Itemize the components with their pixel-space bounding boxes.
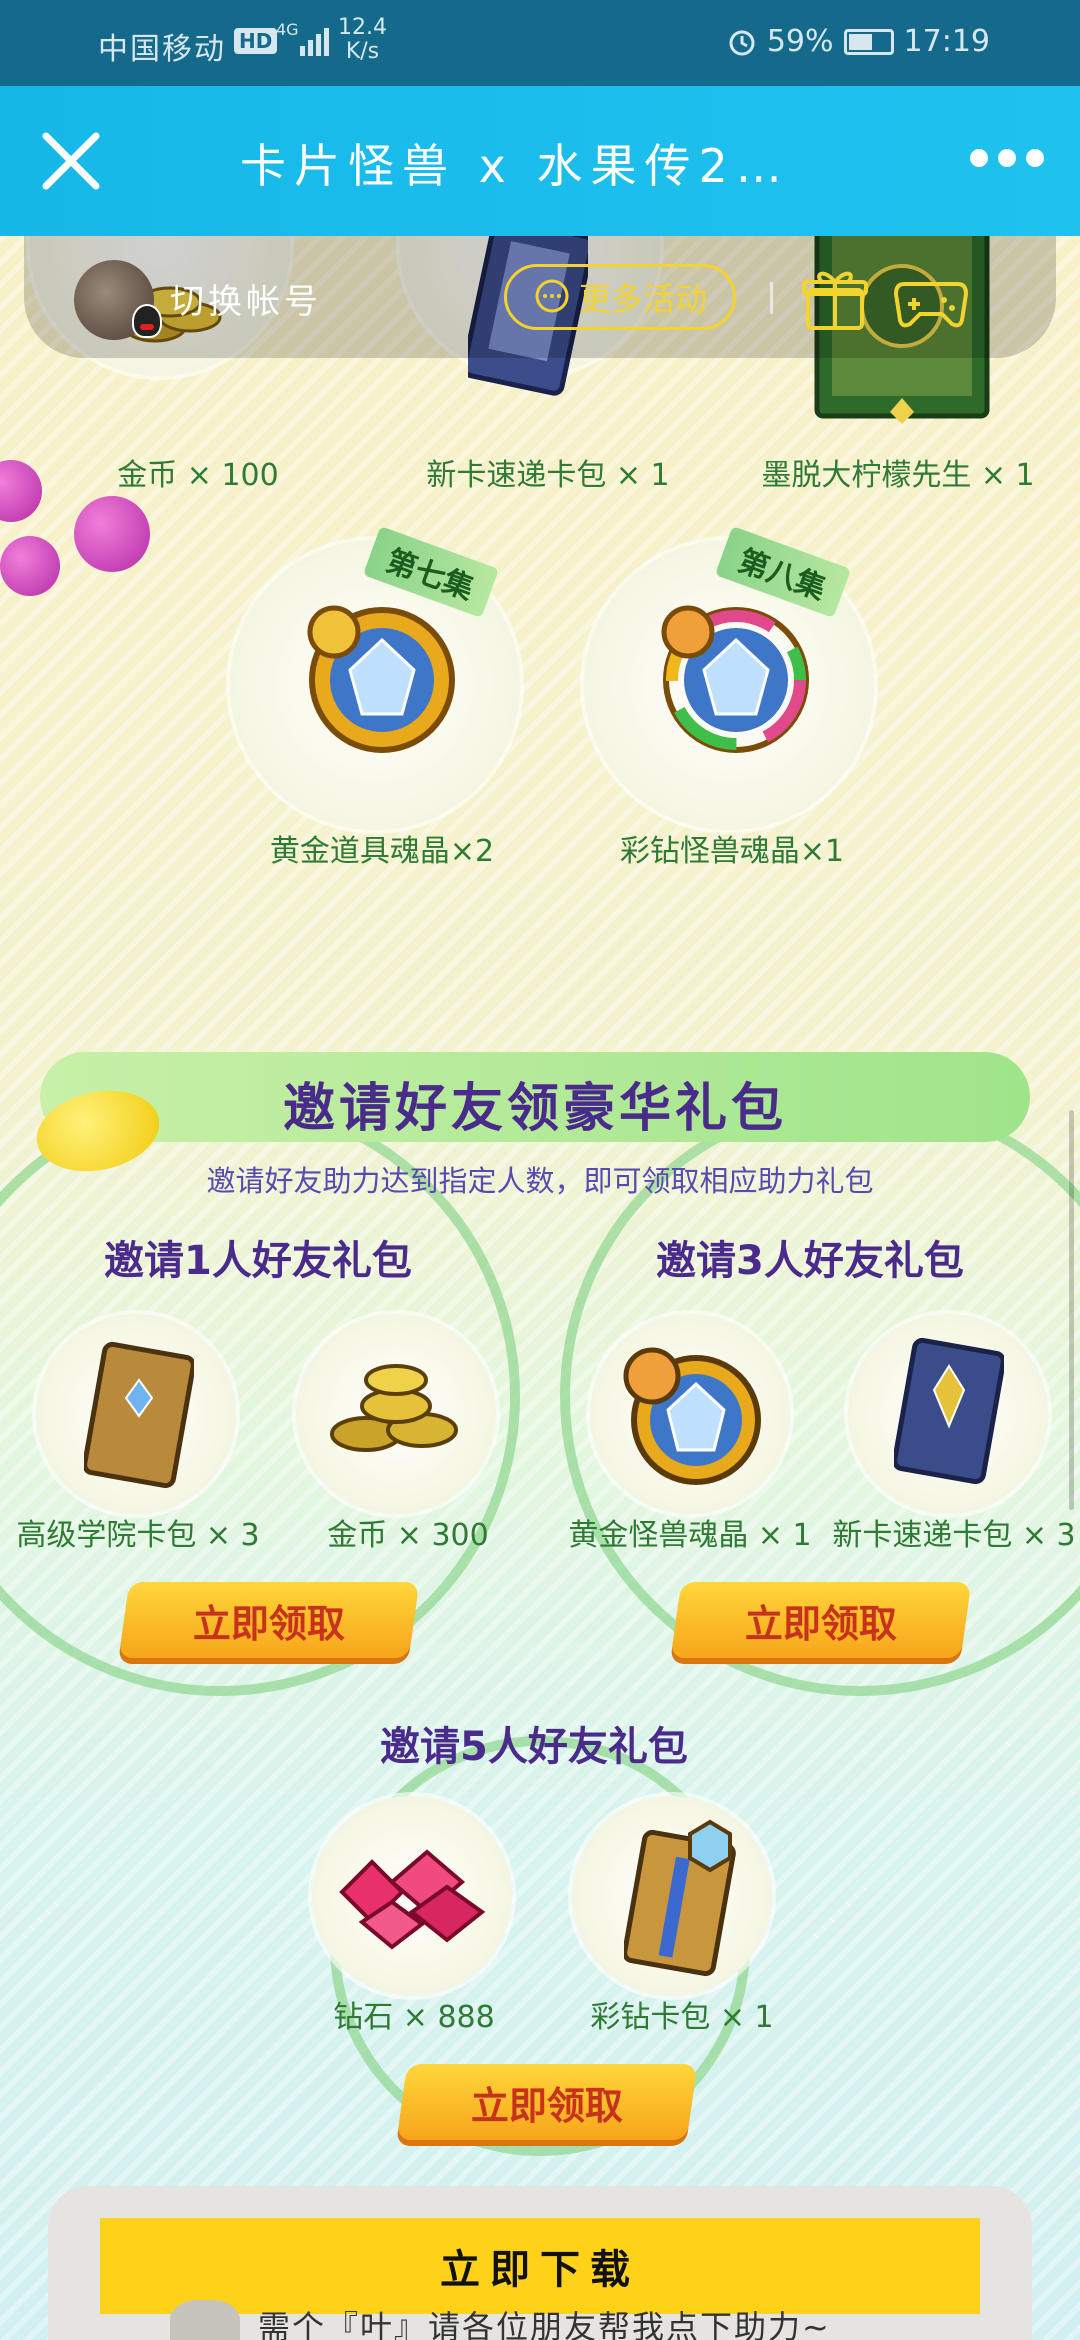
berry-decoration	[74, 496, 150, 572]
battery-icon	[843, 28, 894, 55]
claim-button-pack-1[interactable]: 立即领取	[118, 1582, 420, 1658]
signal-bars-icon	[300, 28, 329, 56]
reward-label: 钻石 × 888	[333, 2000, 495, 2035]
more-activity-button[interactable]: 更多活动	[504, 264, 736, 330]
carrier-name: 中国移动	[98, 32, 226, 67]
berry-decoration	[0, 536, 60, 596]
divider	[770, 282, 773, 314]
invite-title: 邀请好友领豪华礼包	[282, 1079, 787, 1139]
battery-percent: 59%	[766, 24, 834, 59]
reward-label: 黄金怪兽魂晶 × 1	[568, 1518, 812, 1553]
rainbow-card-pack-icon	[624, 1819, 736, 1977]
gamepad-icon[interactable]	[894, 270, 968, 330]
alarm-icon	[729, 30, 755, 55]
download-button[interactable]: 立即下载	[100, 2218, 980, 2314]
chat-bubble-icon	[535, 279, 569, 313]
rainbow-crystal-icon	[661, 605, 809, 753]
gold-monster-crystal-icon	[623, 1347, 761, 1485]
pack-title-3: 邀请3人好友礼包	[656, 1238, 964, 1284]
close-icon[interactable]	[36, 126, 106, 196]
network-speed: 12.4 K/s	[338, 15, 387, 64]
activity-page: 金币 × 100 新卡速递卡包 × 1 墨脱大柠檬先生 × 1 第七集 黄金道具…	[0, 236, 1080, 2340]
qq-icon	[132, 304, 162, 338]
status-right: 59% 17:19	[727, 24, 990, 59]
gold-coins-icon	[330, 1364, 458, 1452]
academy-card-pack-icon	[84, 1341, 194, 1489]
title-bar: 卡片怪兽 x 水果传2…	[0, 86, 1080, 236]
commenter-avatar	[170, 2300, 240, 2340]
account-bar: 切换帐号 更多活动	[24, 236, 1056, 358]
reward-label: 金币 × 300	[327, 1518, 489, 1553]
claim-button-pack-3[interactable]: 立即领取	[670, 1582, 972, 1658]
scrollbar[interactable]	[1069, 1110, 1074, 1510]
page-title: 卡片怪兽 x 水果传2…	[240, 139, 790, 193]
diamonds-icon	[339, 1849, 486, 1950]
pack-title-1: 邀请1人好友礼包	[104, 1238, 412, 1284]
pack-title-5: 邀请5人好友礼包	[380, 1724, 688, 1770]
share-message: 需个『叶』请各位朋友帮我点下助力~	[258, 2308, 831, 2340]
invite-banner: 邀请好友领豪华礼包	[40, 1052, 1030, 1142]
clock: 17:19	[903, 24, 990, 59]
switch-account-link[interactable]: 切换帐号	[170, 274, 322, 323]
invite-subtitle: 邀请好友助力达到指定人数，即可领取相应助力礼包	[206, 1164, 874, 1198]
reward-label: 彩钻卡包 × 1	[590, 2000, 774, 2035]
claim-button-pack-5[interactable]: 立即领取	[396, 2064, 698, 2140]
status-bar: 中国移动 HD 4G 12.4 K/s 59% 17:19	[0, 0, 1080, 86]
reward-label: 高级学院卡包 × 3	[16, 1518, 260, 1553]
gold-crystal-icon	[307, 605, 455, 753]
more-icon[interactable]	[970, 138, 1050, 178]
gift-icon[interactable]	[802, 266, 868, 332]
hd-badge: HD	[234, 28, 278, 54]
network-type: 4G	[276, 20, 299, 39]
reward-label: 新卡速递卡包 × 3	[832, 1518, 1076, 1553]
card-pack-icon	[894, 1337, 1004, 1485]
